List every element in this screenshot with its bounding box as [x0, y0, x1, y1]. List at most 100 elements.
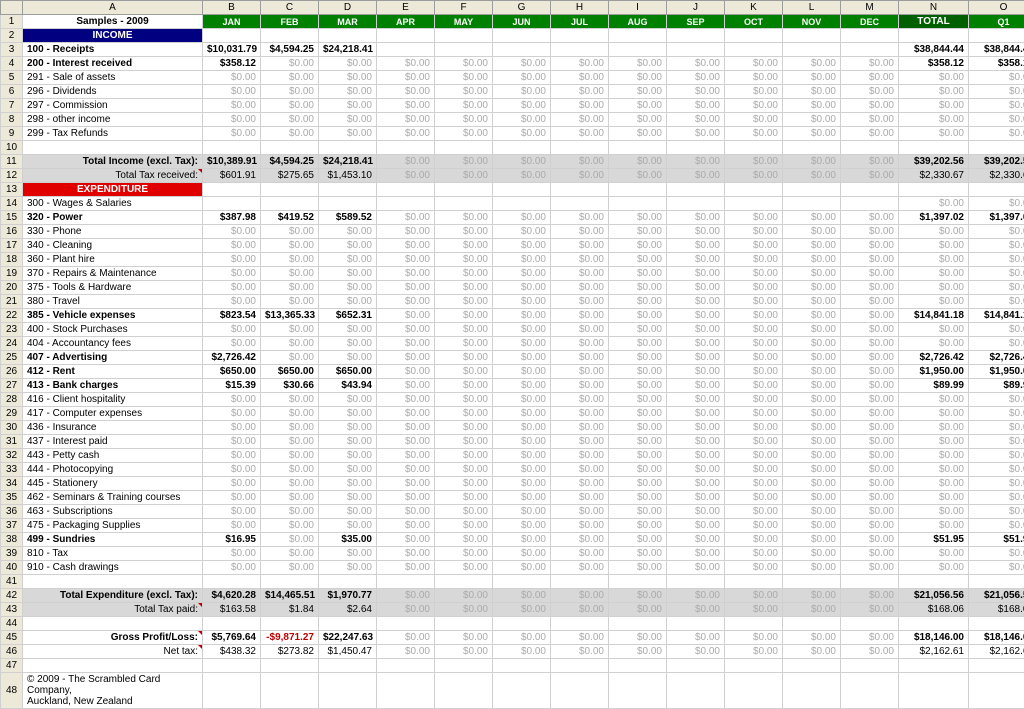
- cell[interactable]: $0.00: [841, 155, 899, 169]
- cell[interactable]: [783, 673, 841, 709]
- cell[interactable]: $0.00: [783, 281, 841, 295]
- cell[interactable]: $0.00: [609, 379, 667, 393]
- cell[interactable]: $0.00: [319, 407, 377, 421]
- cell[interactable]: $0.00: [377, 365, 435, 379]
- total-cell[interactable]: $0.00: [899, 561, 969, 575]
- cell[interactable]: $0.00: [609, 267, 667, 281]
- cell[interactable]: $0.00: [725, 519, 783, 533]
- cell[interactable]: $0.00: [551, 351, 609, 365]
- cell[interactable]: $0.00: [841, 435, 899, 449]
- cell[interactable]: $0.00: [435, 505, 493, 519]
- cell[interactable]: $0.00: [667, 57, 725, 71]
- cell[interactable]: [783, 43, 841, 57]
- q1-cell[interactable]: $0.00: [969, 463, 1024, 477]
- row-header[interactable]: 43: [1, 603, 23, 617]
- cell[interactable]: $0.00: [667, 547, 725, 561]
- cell[interactable]: $0.00: [725, 323, 783, 337]
- cell[interactable]: $0.00: [261, 85, 319, 99]
- cell[interactable]: $0.00: [841, 99, 899, 113]
- cell[interactable]: $0.00: [551, 631, 609, 645]
- cell[interactable]: [609, 29, 667, 43]
- cell[interactable]: [725, 29, 783, 43]
- cell[interactable]: $0.00: [609, 253, 667, 267]
- row-header[interactable]: 12: [1, 169, 23, 183]
- cell[interactable]: $0.00: [493, 491, 551, 505]
- cell[interactable]: $0.00: [261, 519, 319, 533]
- cell[interactable]: $0.00: [203, 323, 261, 337]
- cell[interactable]: $0.00: [725, 99, 783, 113]
- cell[interactable]: $0.00: [551, 71, 609, 85]
- q1-cell[interactable]: $38,844.44: [969, 43, 1024, 57]
- cell[interactable]: $0.00: [783, 71, 841, 85]
- cell[interactable]: [609, 575, 667, 589]
- cell[interactable]: $0.00: [435, 435, 493, 449]
- cell[interactable]: [203, 29, 261, 43]
- cell[interactable]: $1,970.77: [319, 589, 377, 603]
- cell[interactable]: $0.00: [319, 477, 377, 491]
- cell[interactable]: $0.00: [551, 239, 609, 253]
- cell[interactable]: $0.00: [377, 239, 435, 253]
- cell[interactable]: [899, 29, 969, 43]
- cell[interactable]: [203, 575, 261, 589]
- cell[interactable]: $10,389.91: [203, 155, 261, 169]
- cell[interactable]: $0.00: [609, 477, 667, 491]
- cell[interactable]: $0.00: [783, 225, 841, 239]
- row-header[interactable]: 29: [1, 407, 23, 421]
- cell[interactable]: $0.00: [493, 169, 551, 183]
- cell[interactable]: $0.00: [551, 421, 609, 435]
- q1-cell[interactable]: $0.00: [969, 295, 1024, 309]
- total-cell[interactable]: $0.00: [899, 295, 969, 309]
- cell[interactable]: $0.00: [667, 295, 725, 309]
- cell[interactable]: $0.00: [435, 57, 493, 71]
- cell[interactable]: $0.00: [493, 463, 551, 477]
- cell[interactable]: $16.95: [203, 533, 261, 547]
- cell[interactable]: [493, 575, 551, 589]
- cell[interactable]: $0.00: [841, 463, 899, 477]
- cell[interactable]: [667, 29, 725, 43]
- cell[interactable]: [377, 575, 435, 589]
- cell[interactable]: $0.00: [319, 295, 377, 309]
- cell[interactable]: [493, 659, 551, 673]
- cell[interactable]: [261, 673, 319, 709]
- cell[interactable]: $0.00: [377, 323, 435, 337]
- cell[interactable]: [493, 183, 551, 197]
- cell[interactable]: $0.00: [667, 631, 725, 645]
- cell[interactable]: $0.00: [435, 589, 493, 603]
- cell[interactable]: $0.00: [609, 561, 667, 575]
- total-cell[interactable]: $0.00: [899, 393, 969, 407]
- cell[interactable]: $0.00: [783, 477, 841, 491]
- total-cell[interactable]: $0.00: [899, 99, 969, 113]
- row-header[interactable]: 33: [1, 463, 23, 477]
- cell[interactable]: $0.00: [435, 547, 493, 561]
- cell[interactable]: $0.00: [725, 603, 783, 617]
- cell[interactable]: $35.00: [319, 533, 377, 547]
- cell[interactable]: $0.00: [493, 449, 551, 463]
- cell[interactable]: $0.00: [377, 295, 435, 309]
- cell[interactable]: $0.00: [551, 323, 609, 337]
- cell[interactable]: $0.00: [319, 239, 377, 253]
- cell[interactable]: $0.00: [551, 337, 609, 351]
- cell[interactable]: $0.00: [261, 225, 319, 239]
- q1-cell[interactable]: $0.00: [969, 99, 1024, 113]
- cell[interactable]: [725, 617, 783, 631]
- cell[interactable]: $22,247.63: [319, 631, 377, 645]
- cell[interactable]: $0.00: [725, 85, 783, 99]
- cell[interactable]: $0.00: [667, 281, 725, 295]
- cell[interactable]: $0.00: [725, 421, 783, 435]
- cell[interactable]: $0.00: [783, 85, 841, 99]
- cell[interactable]: $0.00: [725, 645, 783, 659]
- total-cell[interactable]: $358.12: [899, 57, 969, 71]
- cell[interactable]: $0.00: [783, 463, 841, 477]
- cell[interactable]: $0.00: [841, 631, 899, 645]
- cell[interactable]: $0.00: [493, 603, 551, 617]
- cell[interactable]: $0.00: [377, 463, 435, 477]
- total-cell[interactable]: $0.00: [899, 225, 969, 239]
- cell[interactable]: $0.00: [493, 295, 551, 309]
- cell[interactable]: $5,769.64: [203, 631, 261, 645]
- cell[interactable]: $0.00: [667, 561, 725, 575]
- cell[interactable]: $0.00: [261, 351, 319, 365]
- cell[interactable]: $0.00: [783, 155, 841, 169]
- column-header[interactable]: K: [725, 1, 783, 15]
- row-header[interactable]: 19: [1, 267, 23, 281]
- cell[interactable]: $0.00: [841, 519, 899, 533]
